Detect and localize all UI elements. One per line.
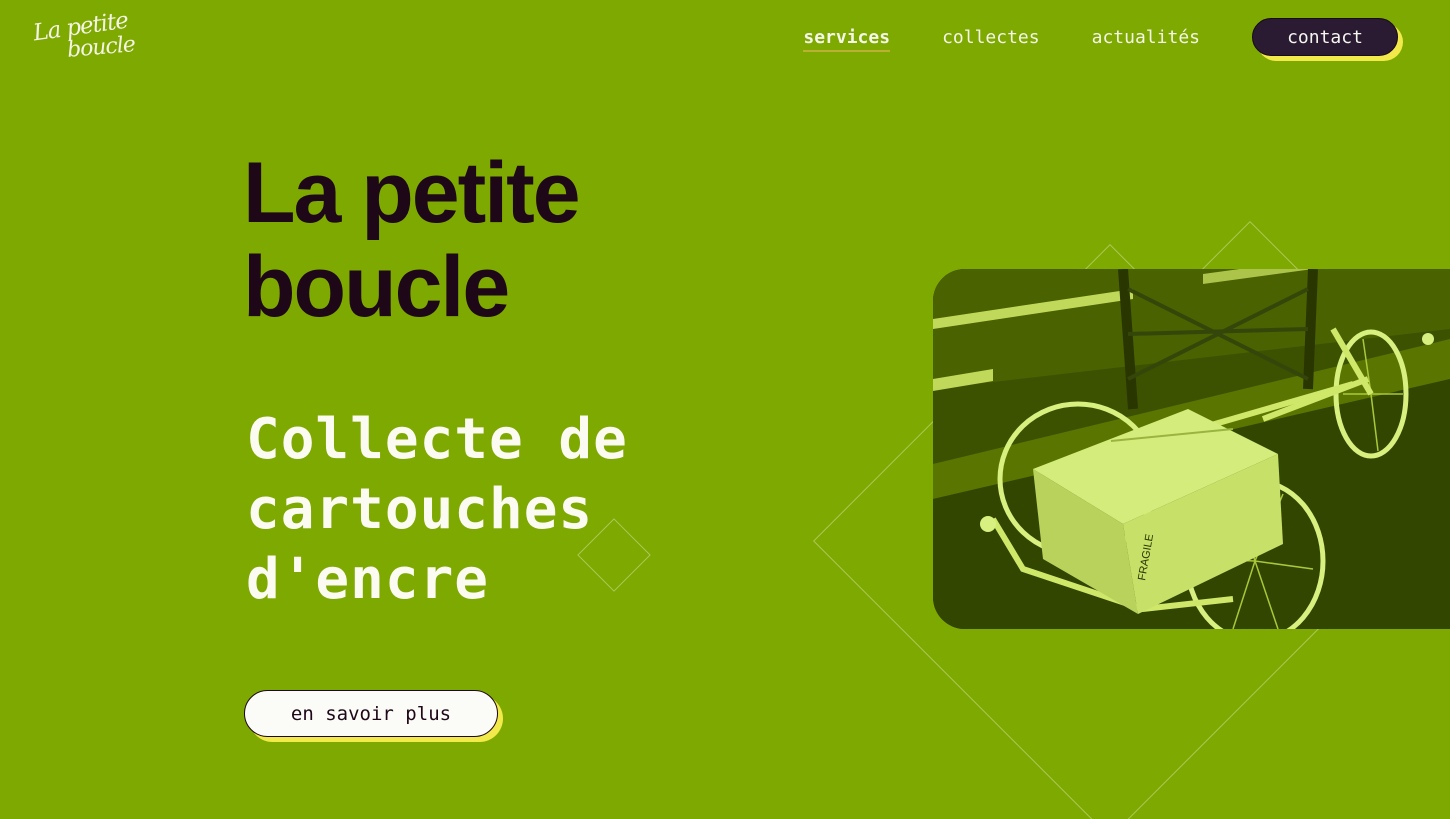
contact-button-wrapper: contact — [1252, 18, 1403, 61]
site-logo[interactable]: La petite boucle — [32, 8, 143, 64]
nav-link-collectes[interactable]: collectes — [942, 27, 1040, 48]
nav-link-actualites[interactable]: actualités — [1092, 27, 1200, 48]
hero-photo-cargo-tricycle: FRAGILE — [933, 269, 1450, 629]
hero-subtitle-line-1: Collecte de — [246, 407, 628, 472]
hero-subtitle: Collecte de cartouches d'encre — [246, 405, 628, 615]
hero-title: La petite boucle — [243, 145, 581, 335]
contact-button[interactable]: contact — [1252, 18, 1398, 56]
hero-subtitle-line-2: cartouches — [246, 477, 594, 542]
logo-line-2: boucle — [66, 32, 136, 63]
hero-title-line-1: La petite — [243, 145, 581, 241]
hero-subtitle-line-3: d'encre — [246, 547, 490, 612]
cargo-tricycle-illustration: FRAGILE — [933, 269, 1450, 629]
learn-more-button[interactable]: en savoir plus — [244, 690, 498, 737]
hero-title-line-2: boucle — [243, 239, 510, 335]
cta-wrapper: en savoir plus — [244, 690, 503, 742]
nav-link-services[interactable]: services — [803, 27, 890, 52]
top-navigation: services collectes actualités contact — [803, 18, 1403, 61]
